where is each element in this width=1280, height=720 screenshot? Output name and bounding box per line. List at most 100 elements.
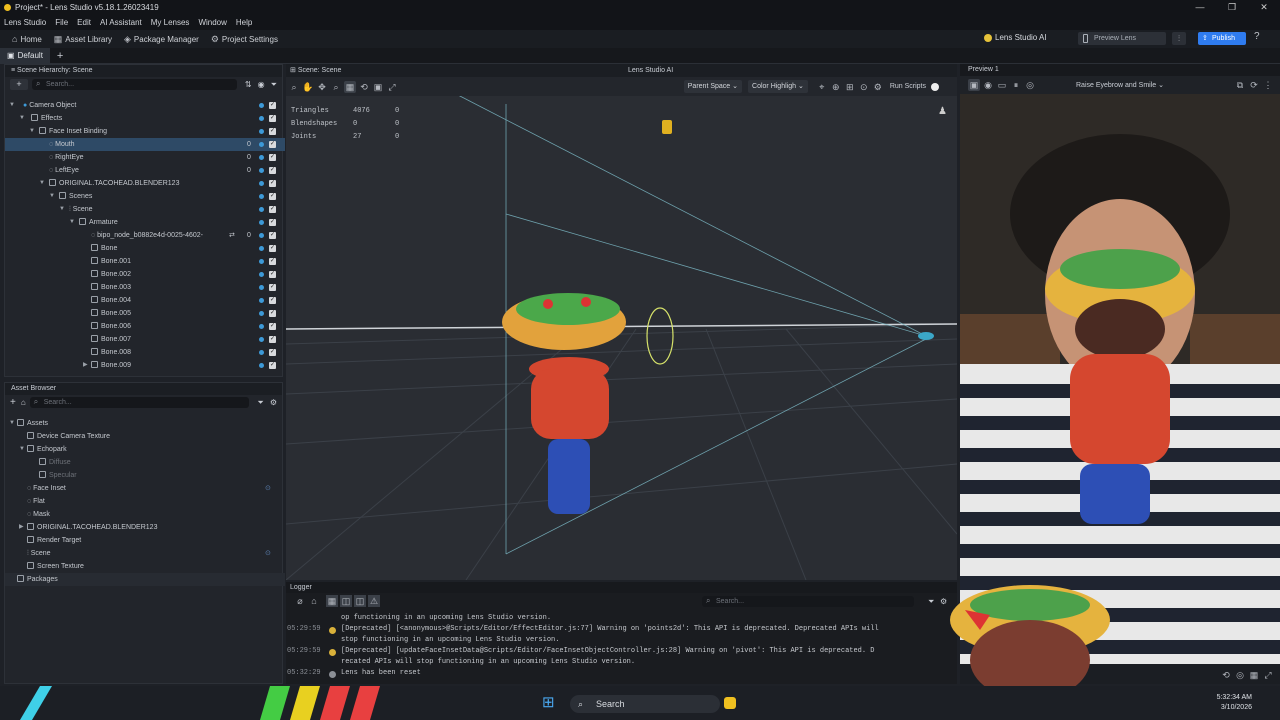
enabled-checkbox[interactable]: ✓ bbox=[269, 219, 276, 226]
system-clock[interactable]: 5:32:34 AM 3/10/2026 bbox=[1217, 693, 1252, 713]
expand-arrow-icon[interactable]: ▼ bbox=[49, 190, 55, 203]
snap-icon[interactable]: ⊞ bbox=[844, 81, 856, 93]
windows-start-icon[interactable]: ⊞ bbox=[542, 695, 555, 711]
visibility-icon[interactable]: ◉ bbox=[258, 80, 265, 89]
enabled-checkbox[interactable]: ✓ bbox=[269, 206, 276, 213]
tree-row-scenes[interactable]: ▼ Scenes ✓ bbox=[5, 190, 285, 203]
logger-search-input[interactable]: Search... bbox=[702, 595, 914, 607]
clear-log-icon[interactable]: ⌀ bbox=[294, 595, 306, 607]
menu-file[interactable]: File bbox=[55, 18, 68, 27]
color-highlight-dropdown[interactable]: Color Highligh ⌄ bbox=[748, 80, 808, 93]
visibility-dot-icon[interactable] bbox=[259, 311, 264, 316]
tree-row-bone-007[interactable]: Bone.007 ✓ bbox=[5, 333, 285, 346]
tree-row-bone-001[interactable]: Bone.001 ✓ bbox=[5, 255, 285, 268]
gizmo-icon[interactable]: ⌖ bbox=[816, 81, 828, 93]
enabled-checkbox[interactable]: ✓ bbox=[269, 115, 276, 122]
asset-row-flat[interactable]: ◌ Flat bbox=[5, 495, 285, 508]
popout-icon[interactable]: ⧉ bbox=[1234, 79, 1246, 91]
enabled-checkbox[interactable]: ✓ bbox=[269, 167, 276, 174]
tree-row-mouth[interactable]: ◌ Mouth 0 ✓ bbox=[5, 138, 285, 151]
tree-row-righteye[interactable]: ◌ RightEye 0 ✓ bbox=[5, 151, 285, 164]
refresh-icon[interactable]: ⟳ bbox=[1248, 79, 1260, 91]
gear-icon[interactable]: ⚙ bbox=[270, 398, 277, 407]
add-workspace-icon[interactable]: + bbox=[57, 50, 63, 62]
menu-ai-assistant[interactable]: AI Assistant bbox=[100, 18, 142, 27]
enabled-checkbox[interactable]: ✓ bbox=[269, 245, 276, 252]
visibility-dot-icon[interactable] bbox=[259, 142, 264, 147]
enabled-checkbox[interactable]: ✓ bbox=[269, 297, 276, 304]
tree-row-bone-002[interactable]: Bone.002 ✓ bbox=[5, 268, 285, 281]
tree-row-scene[interactable]: ▼ ⫶ Scene ✓ bbox=[5, 203, 285, 216]
visibility-dot-icon[interactable] bbox=[259, 129, 264, 134]
asset-row-device-camera-texture[interactable]: Device Camera Texture bbox=[5, 430, 285, 443]
maximize-button[interactable]: ❐ bbox=[1216, 0, 1248, 15]
help-icon[interactable]: ? bbox=[1254, 31, 1260, 42]
enabled-checkbox[interactable]: ✓ bbox=[269, 362, 276, 369]
zoom-icon[interactable]: ⌕ bbox=[288, 81, 300, 93]
visibility-dot-icon[interactable] bbox=[259, 285, 264, 290]
device-icon[interactable]: ▭ bbox=[996, 79, 1008, 91]
grid-icon[interactable]: ▦ bbox=[344, 80, 356, 93]
project-settings-button[interactable]: ⚙ Project Settings bbox=[211, 34, 278, 45]
enabled-checkbox[interactable]: ✓ bbox=[269, 180, 276, 187]
filter-icon[interactable]: ⏷ bbox=[271, 80, 277, 90]
enabled-checkbox[interactable]: ✓ bbox=[269, 310, 276, 317]
visibility-dot-icon[interactable] bbox=[259, 324, 264, 329]
rotate-device-icon[interactable]: ⟲ bbox=[1220, 669, 1232, 681]
run-scripts-toggle[interactable] bbox=[931, 82, 939, 91]
preview-settings-button[interactable]: ⫶ bbox=[1172, 32, 1186, 45]
camera-mode-icon[interactable]: ▣ bbox=[968, 79, 980, 91]
expand-arrow-icon[interactable]: ▼ bbox=[19, 443, 25, 456]
camera-person-icon[interactable]: ♟ bbox=[938, 106, 947, 117]
visibility-dot-icon[interactable] bbox=[259, 116, 264, 121]
publish-button[interactable]: ⇪ Publish bbox=[1198, 32, 1246, 45]
expand-arrow-icon[interactable]: ▼ bbox=[9, 417, 15, 430]
enabled-checkbox[interactable]: ✓ bbox=[269, 258, 276, 265]
visibility-dot-icon[interactable] bbox=[259, 259, 264, 264]
asset-row-packages[interactable]: Packages bbox=[5, 573, 285, 586]
tree-row-bone-005[interactable]: Bone.005 ✓ bbox=[5, 307, 285, 320]
gear-icon[interactable]: ⚙ bbox=[872, 81, 884, 93]
visibility-dot-icon[interactable] bbox=[259, 246, 264, 251]
asset-row-scene[interactable]: ⫶ Scene ⊙ bbox=[5, 547, 285, 560]
tree-row-armature[interactable]: ▼ Armature ✓ bbox=[5, 216, 285, 229]
screenshot-icon[interactable]: ◎ bbox=[1234, 669, 1246, 681]
lock-scroll-icon[interactable]: ⌂ bbox=[308, 595, 320, 607]
fullscreen-icon[interactable]: ⤢ bbox=[1262, 669, 1274, 681]
tree-row-bone-003[interactable]: Bone.003 ✓ bbox=[5, 281, 285, 294]
visibility-dot-icon[interactable] bbox=[259, 272, 264, 277]
asset-row-diffuse[interactable]: Diffuse bbox=[5, 456, 285, 469]
asset-search-input[interactable]: Search... bbox=[29, 396, 250, 408]
enabled-checkbox[interactable]: ✓ bbox=[269, 102, 276, 109]
more-icon[interactable]: ⋮ bbox=[1262, 79, 1274, 91]
eye-icon[interactable]: ◎ bbox=[1024, 79, 1036, 91]
expand-arrow-icon[interactable]: ▼ bbox=[29, 125, 35, 138]
visibility-dot-icon[interactable] bbox=[259, 181, 264, 186]
package-manager-button[interactable]: ◈ Package Manager bbox=[124, 34, 199, 45]
tree-row-lefteye[interactable]: ◌ LeftEye 0 ✓ bbox=[5, 164, 285, 177]
asset-row-screen-texture[interactable]: Screen Texture bbox=[5, 560, 285, 573]
expand-arrow-icon[interactable]: ▼ bbox=[19, 112, 25, 125]
lens-studio-ai-button[interactable]: Lens Studio AI bbox=[984, 33, 1047, 42]
tree-row-effects[interactable]: ▼ Effects ✓ bbox=[5, 112, 285, 125]
expand-arrow-icon[interactable]: ▶ bbox=[19, 521, 24, 534]
tree-row-bone-009[interactable]: ▶ Bone.009 ✓ bbox=[5, 359, 285, 372]
visibility-dot-icon[interactable] bbox=[259, 350, 264, 355]
expand-arrow-icon[interactable]: ▼ bbox=[59, 203, 65, 216]
enabled-checkbox[interactable]: ✓ bbox=[269, 349, 276, 356]
move-tool-icon[interactable]: ✥ bbox=[316, 81, 328, 93]
close-button[interactable]: ✕ bbox=[1248, 0, 1280, 15]
enabled-checkbox[interactable]: ✓ bbox=[269, 141, 276, 148]
tree-row-bone-004[interactable]: Bone.004 ✓ bbox=[5, 294, 285, 307]
light-icon[interactable]: ⊙ bbox=[858, 81, 870, 93]
expand-arrow-icon[interactable]: ▼ bbox=[69, 216, 75, 229]
enabled-checkbox[interactable]: ✓ bbox=[269, 193, 276, 200]
filter-log-icon[interactable]: ▦ bbox=[326, 595, 338, 607]
enabled-checkbox[interactable]: ✓ bbox=[269, 271, 276, 278]
visibility-dot-icon[interactable] bbox=[259, 220, 264, 225]
visibility-dot-icon[interactable] bbox=[259, 233, 264, 238]
pause-icon[interactable]: ⏸ bbox=[1010, 79, 1022, 91]
add-asset-icon[interactable]: + bbox=[10, 397, 16, 408]
visibility-dot-icon[interactable] bbox=[259, 155, 264, 160]
add-object-button[interactable]: + bbox=[10, 79, 28, 90]
